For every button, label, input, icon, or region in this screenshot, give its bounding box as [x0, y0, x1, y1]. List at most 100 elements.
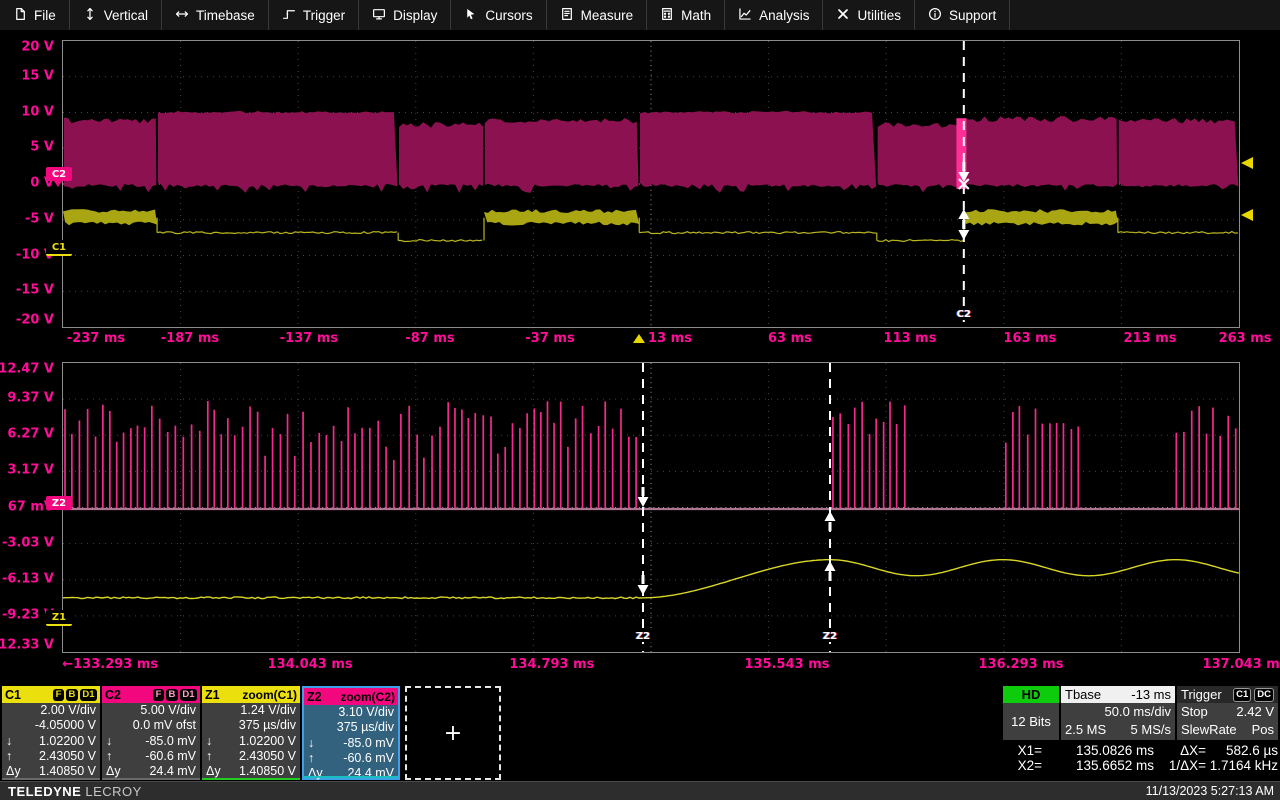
row-value: 2.00 V/div — [40, 703, 96, 718]
menu-item-label: Support — [949, 8, 996, 23]
timebase-summary-box[interactable]: Tbase -13 ms 50.0 ms/div 2.5 MS 5 MS/s — [1061, 686, 1175, 740]
menu-item-math[interactable]: Math — [647, 0, 725, 30]
descriptor-row: ↓ 1.02200 V — [202, 734, 300, 749]
right-level-marker-2[interactable] — [1241, 209, 1253, 221]
tbase-samples: 2.5 MS — [1065, 721, 1106, 739]
row-value: 1.02200 V — [239, 734, 296, 749]
trace-state-underline — [202, 778, 300, 780]
main-cursor-label[interactable]: C2 — [955, 309, 973, 320]
row-label: ↓ — [308, 736, 314, 751]
descriptor-box-c1[interactable]: C1FBD12.00 V/div-4.05000 V↓1.02200 V↑2.4… — [2, 686, 100, 780]
hd-bits: 12 Bits — [1003, 703, 1059, 740]
descriptor-row: -4.05000 V — [2, 718, 100, 733]
zoom-y-tick: 3.17 V — [7, 463, 54, 478]
trace-state-underline — [304, 776, 398, 778]
vertical-arrows-icon — [83, 7, 97, 24]
trace-id: Z1 — [205, 688, 220, 702]
trace-chip-c2[interactable]: C2 — [46, 167, 72, 181]
descriptor-box-c2[interactable]: C2FBD15.00 V/div0.0 mV ofst↓-85.0 mV↑-60… — [102, 686, 200, 780]
trigger-summary-box[interactable]: Trigger C1 DC Stop 2.42 V SlewRate Pos — [1177, 686, 1278, 740]
readout-value: 582.6 µs — [1206, 743, 1278, 758]
zoom-y-tick: 6.27 V — [7, 427, 54, 442]
trace-chip-z1[interactable]: Z1 — [46, 610, 72, 626]
menu-item-timebase[interactable]: Timebase — [162, 0, 269, 30]
row-value: 2.43050 V — [39, 749, 96, 764]
trigger-slope: Pos — [1252, 721, 1274, 739]
zoom-source-label: zoom(C2) — [340, 690, 395, 704]
row-label: ↓ — [206, 734, 212, 749]
tbase-delay: -13 ms — [1131, 687, 1171, 702]
zoom-y-tick: -3.03 V — [2, 535, 54, 550]
row-value: -4.05000 V — [35, 718, 96, 733]
menu-item-label: Cursors — [485, 8, 532, 23]
calculator-icon — [660, 7, 674, 24]
row-value: -85.0 mV — [343, 736, 394, 751]
menu-item-label: Measure — [581, 8, 634, 23]
menu-item-display[interactable]: Display — [359, 0, 451, 30]
menu-item-vertical[interactable]: Vertical — [70, 0, 162, 30]
descriptor-header-z1: Z1zoom(C1) — [202, 686, 300, 703]
descriptor-row: ↑-60.6 mV — [102, 749, 200, 764]
right-level-marker-1[interactable] — [1241, 157, 1253, 169]
descriptor-box-z1[interactable]: Z1zoom(C1)1.24 V/div375 µs/div↓1.02200 V… — [202, 686, 300, 780]
main-x-tick: 263 ms — [1219, 331, 1272, 346]
trace-state-underline — [102, 778, 200, 780]
add-trace-box[interactable]: + — [405, 686, 501, 780]
menu-item-trigger[interactable]: Trigger — [269, 0, 359, 30]
zoom-cursor-label-1[interactable]: Z2 — [634, 631, 652, 642]
row-value: -60.6 mV — [343, 751, 394, 766]
menu-item-measure[interactable]: Measure — [547, 0, 648, 30]
display-icon — [372, 7, 386, 24]
descriptor-row: 2.00 V/div — [2, 703, 100, 718]
menu-item-label: Math — [681, 8, 711, 23]
menu-item-support[interactable]: Support — [915, 0, 1010, 30]
acquisition-hd-box[interactable]: HD 12 Bits — [1003, 686, 1059, 740]
horizontal-arrows-icon — [175, 7, 189, 24]
zoom-plot[interactable]: Z2 Z2 — [62, 362, 1240, 653]
trigger-edge-icon — [282, 7, 296, 24]
menu-item-label: Display — [393, 8, 437, 23]
main-x-tick: 13 ms — [648, 331, 692, 346]
hd-label: HD — [1003, 686, 1059, 703]
descriptor-row: Δy24.4 mV — [304, 766, 398, 781]
row-value: 0.0 mV ofst — [133, 718, 196, 733]
utilities-tools-icon — [836, 7, 850, 24]
trace-badge-b: B — [66, 689, 78, 701]
menu-item-analysis[interactable]: Analysis — [725, 0, 823, 30]
descriptor-box-z2[interactable]: Z2zoom(C2)3.10 V/div375 µs/div↓-85.0 mV↑… — [302, 686, 400, 780]
zoom-y-tick: -12.33 V — [0, 638, 54, 653]
trace-chip-z2[interactable]: Z2 — [46, 496, 72, 510]
trace-chip-c1[interactable]: C1 — [46, 240, 72, 256]
row-value: 375 µs/div — [337, 720, 394, 735]
zoom-plot-y-axis: 12.47 V9.37 V6.27 V3.17 V67 mV-3.03 V-6.… — [0, 0, 58, 680]
row-label: ↑ — [206, 749, 212, 764]
descriptor-row: ↑2.43050 V — [2, 749, 100, 764]
row-value: 3.10 V/div — [338, 705, 394, 720]
zoom-cursor-label-2[interactable]: Z2 — [821, 631, 839, 642]
zoom-x-tick: 135.543 ms — [744, 657, 829, 672]
trigger-position-marker[interactable] — [633, 328, 645, 343]
main-x-tick: -137 ms — [280, 331, 338, 346]
row-value: 375 µs/div — [239, 718, 296, 733]
menu-item-cursors[interactable]: Cursors — [451, 0, 546, 30]
add-trace-icon: + — [444, 721, 462, 746]
row-value: -85.0 mV — [145, 734, 196, 749]
readout-row: X1=135.0826 msΔX=582.6 µs — [1002, 743, 1280, 758]
menu-item-label: Timebase — [196, 8, 255, 23]
descriptor-header-c1: C1FBD1 — [2, 686, 100, 703]
c2-zero-marker — [54, 181, 62, 191]
descriptor-row: 5.00 V/div — [102, 703, 200, 718]
descriptor-row: ↓-85.0 mV — [102, 734, 200, 749]
trace-badge-b: B — [166, 689, 178, 701]
readout-value: 135.6652 ms — [1042, 758, 1154, 773]
main-x-tick: -37 ms — [525, 331, 574, 346]
row-value: 24.4 mV — [347, 766, 394, 781]
zoom-x-tick: ←133.293 ms — [62, 657, 158, 672]
trace-id: C1 — [5, 688, 21, 702]
trigger-title: Trigger — [1181, 687, 1222, 702]
trigger-type: SlewRate — [1181, 721, 1237, 739]
trace-id: C2 — [105, 688, 121, 702]
menu-item-utilities[interactable]: Utilities — [823, 0, 915, 30]
descriptor-row: ↑2.43050 V — [202, 749, 300, 764]
main-plot[interactable]: C2 — [62, 40, 1240, 328]
